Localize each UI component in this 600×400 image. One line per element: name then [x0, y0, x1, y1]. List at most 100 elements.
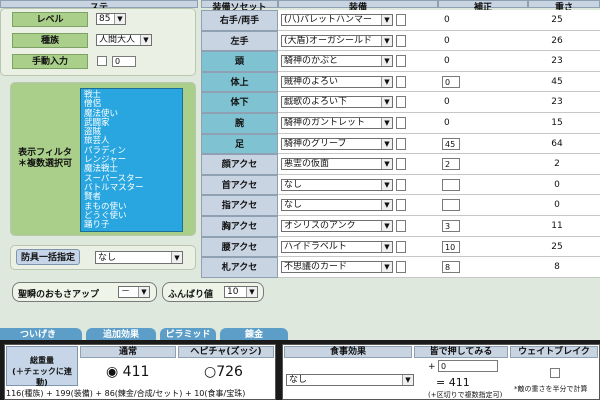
radio-empty-icon[interactable]: ○: [204, 364, 216, 380]
rank-stepper[interactable]: [396, 261, 406, 274]
rank-stepper[interactable]: [396, 34, 406, 47]
weight-value: 0: [554, 179, 560, 190]
equipment-name: (八)バレットハンマー: [284, 15, 373, 25]
hold-input[interactable]: 0: [438, 360, 498, 372]
slot-label: 右手/両手: [201, 10, 278, 31]
rank-stepper[interactable]: [396, 158, 406, 171]
weight-value: 2: [554, 159, 560, 170]
hold-result: = 411: [436, 376, 470, 389]
job-option[interactable]: 踊り子: [84, 220, 179, 230]
equipment-select[interactable]: 騎神のガントレット ▼: [281, 117, 393, 129]
chevron-down-icon: ▼: [381, 200, 392, 211]
equipment-select[interactable]: 戯歌のよろい下 ▼: [281, 96, 393, 109]
hephaestus-radio-row[interactable]: ○726: [204, 364, 243, 380]
bonus-input[interactable]: [442, 199, 460, 212]
equipment-select[interactable]: なし ▼: [281, 178, 393, 191]
manual-input-checkbox[interactable]: [97, 56, 107, 66]
rank-stepper[interactable]: [396, 199, 406, 212]
chevron-down-icon: ▼: [114, 14, 125, 24]
equipment-select[interactable]: (大盾)オーガシールド ▼: [281, 34, 393, 47]
hold-test-header: 皆で押してみる: [414, 346, 508, 358]
weight-value: 0: [554, 200, 560, 211]
equipment-simulator: ステ レベル 85▼ 種族 人間大人▼ 手動入力 0 表示フィルタ ＊複数選択可…: [0, 0, 600, 400]
party-bulk-select[interactable]: なし ▼: [95, 251, 183, 264]
fixed-value: 0: [444, 118, 450, 128]
equipment-name: なし: [284, 200, 303, 211]
race-select[interactable]: 人間大人 ▼: [96, 34, 152, 46]
chevron-down-icon: ▼: [381, 221, 392, 231]
chevron-down-icon: ▼: [381, 56, 392, 67]
equipment-name: 悪霊の仮面: [284, 159, 330, 170]
bonus-input[interactable]: 45: [442, 137, 460, 150]
bonus-input[interactable]: 0: [442, 75, 460, 88]
equipment-select[interactable]: 悪霊の仮面 ▼: [281, 158, 393, 171]
slot-label: 指アクセ: [201, 195, 278, 216]
col-header-fixed: 補正: [438, 0, 528, 13]
fixed-value: 0: [444, 56, 450, 67]
weight-break-checkbox[interactable]: [550, 368, 560, 378]
funbari-label: ふんばり値: [168, 290, 214, 300]
chevron-down-icon: ▼: [402, 375, 413, 385]
job-filter-listbox[interactable]: 戦士 僧侶 魔法使い 武闘家 盗賊 旅芸人 パラディン レンジャー 魔法戦士 スーパースター バトル…: [80, 88, 183, 232]
bonus-input[interactable]: [442, 178, 460, 191]
level-select[interactable]: 85 ▼: [96, 13, 126, 25]
radio-selected-icon[interactable]: ◉: [106, 364, 118, 380]
equipment-name: 騎神のガントレット: [284, 118, 366, 128]
intimidation-select[interactable]: － ▼: [118, 286, 150, 298]
rank-stepper[interactable]: [396, 240, 406, 253]
rank-stepper[interactable]: [396, 55, 406, 68]
equipment-select[interactable]: 騎神のかぶと ▼: [281, 55, 393, 68]
weight-formula: 116(種族) + 199(装備) + 86(錬金/合成/セット) + 10(食…: [6, 389, 246, 398]
rank-stepper[interactable]: [396, 75, 406, 88]
race-label: 種族: [12, 33, 88, 48]
rank-stepper[interactable]: [396, 117, 406, 129]
equipment-name: オシリスのアンク: [284, 221, 356, 231]
chevron-down-icon: ▼: [381, 262, 392, 273]
funbari-select[interactable]: 10 ▼: [224, 286, 258, 298]
equipment-select[interactable]: ハイドラベルト ▼: [281, 240, 393, 253]
col-header-slot: 装備ソセット: [201, 0, 278, 13]
chevron-down-icon: ▼: [381, 35, 392, 46]
rank-stepper[interactable]: [396, 178, 406, 191]
weight-value: 8: [554, 262, 560, 273]
rank-stepper[interactable]: [396, 137, 406, 150]
party-bulk-label: 防具一括指定: [16, 249, 80, 265]
chevron-down-icon: ▼: [381, 179, 392, 190]
weight-value: 45: [551, 76, 563, 87]
normal-radio-row[interactable]: ◉ 411: [106, 364, 149, 380]
weight-value: 11: [551, 221, 563, 231]
hold-note: (+区切りで複数指定可): [428, 391, 503, 399]
slot-label: 左手: [201, 30, 278, 52]
equipment-select[interactable]: なし ▼: [281, 199, 393, 212]
equipment-name: (大盾)オーガシールド: [284, 35, 373, 46]
level-label: レベル: [12, 12, 88, 27]
normal-header: 通常: [80, 346, 176, 358]
fixed-value: 0: [444, 15, 450, 25]
chevron-down-icon: ▼: [140, 35, 151, 45]
equipment-select[interactable]: (八)バレットハンマー ▼: [281, 14, 393, 26]
chevron-down-icon: ▼: [381, 76, 392, 87]
bonus-input[interactable]: 3: [442, 220, 460, 232]
meal-effect-select[interactable]: なし ▼: [286, 374, 414, 386]
equipment-select[interactable]: オシリスのアンク ▼: [281, 220, 393, 232]
chevron-down-icon: ▼: [381, 15, 392, 25]
fixed-value: 0: [444, 35, 450, 46]
weight-value: 15: [551, 118, 563, 128]
rank-stepper[interactable]: [396, 14, 406, 26]
chevron-down-icon: ▼: [246, 287, 257, 297]
manual-input-field[interactable]: 0: [112, 56, 136, 67]
equipment-name: なし: [284, 179, 303, 190]
weight-value: 26: [551, 35, 563, 46]
equipment-select[interactable]: 不思議のカード ▼: [281, 261, 393, 274]
chevron-down-icon: ▼: [138, 287, 149, 297]
equipment-select[interactable]: 賊神のよろい ▼: [281, 75, 393, 88]
bonus-input[interactable]: 2: [442, 158, 460, 171]
rank-stepper[interactable]: [396, 96, 406, 109]
bonus-input[interactable]: 8: [442, 261, 460, 274]
rank-stepper[interactable]: [396, 220, 406, 232]
fixed-value: 0: [444, 97, 450, 108]
bonus-input[interactable]: 10: [442, 240, 460, 253]
weight-break-note: *敵の重さを半分で計算: [514, 385, 588, 393]
equipment-select[interactable]: 騎神のグリーブ ▼: [281, 137, 393, 150]
slot-label: 首アクセ: [201, 174, 278, 196]
